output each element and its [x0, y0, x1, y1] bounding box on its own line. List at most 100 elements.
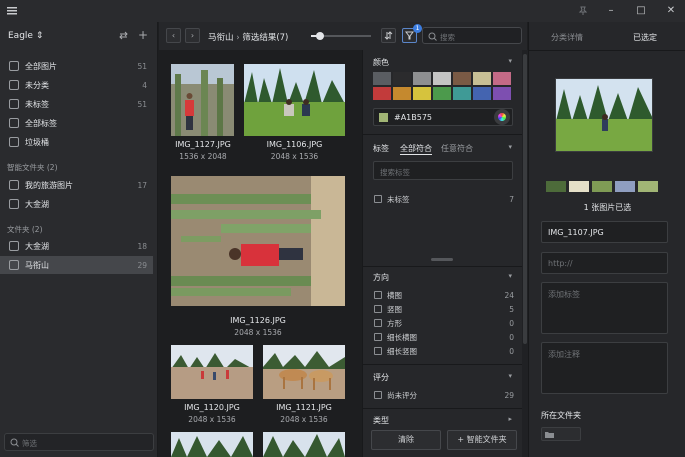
thumbnail-partial[interactable] [263, 432, 345, 457]
palette-swatch[interactable] [615, 181, 635, 192]
tag-search-input[interactable]: 搜索标签 [373, 161, 513, 180]
add-smart-folder-button[interactable]: + 智能文件夹 [447, 430, 517, 450]
orientation-landscape[interactable]: 横图 24 [374, 289, 514, 301]
library-switcher[interactable]: Eagle ⇕ [8, 31, 43, 41]
palette-swatch[interactable] [546, 181, 566, 192]
checkbox[interactable] [374, 319, 382, 327]
sidebar-item-uncategorized[interactable]: 未分类 4 [0, 76, 153, 94]
forward-button[interactable]: › [185, 28, 200, 43]
color-swatch[interactable] [433, 72, 451, 85]
sidebar-item-label: 全部标签 [25, 118, 57, 128]
sort-button[interactable] [381, 28, 396, 43]
color-swatch[interactable] [493, 72, 511, 85]
preview-image[interactable] [555, 78, 653, 152]
tags-field[interactable]: 添加标签 [541, 282, 668, 334]
window-title-bar: – □ ✕ [0, 0, 685, 22]
orientation-portrait[interactable]: 竖图 5 [374, 303, 514, 315]
sync-icon[interactable] [118, 30, 129, 41]
sidebar-item-trash[interactable]: 垃圾桶 [0, 133, 153, 151]
notes-field[interactable]: 添加注释 [541, 342, 668, 394]
chevron-down-icon[interactable]: ▾ [508, 372, 512, 380]
option-count: 24 [504, 290, 514, 300]
zoom-slider-handle[interactable] [316, 32, 324, 40]
thumbnail-img-1121[interactable] [263, 345, 345, 399]
palette-swatch[interactable] [592, 181, 612, 192]
option-label: 未标签 [387, 194, 410, 204]
color-swatch[interactable] [433, 87, 451, 100]
checkbox[interactable] [374, 391, 382, 399]
smart-folder-travel[interactable]: 我的旅游图片 17 [0, 176, 153, 194]
folder-chip[interactable] [541, 427, 581, 441]
color-swatch[interactable] [413, 72, 431, 85]
chevron-down-icon[interactable]: ▾ [508, 272, 512, 280]
image-name: IMG_1120.JPG [184, 403, 240, 412]
color-swatch[interactable] [373, 87, 391, 100]
folder-maxianshan[interactable]: 马衔山 29 [0, 256, 153, 274]
thumbnail-img-1120[interactable] [171, 345, 253, 399]
add-icon[interactable]: + [138, 28, 148, 42]
color-swatch[interactable] [493, 87, 511, 100]
rating-unrated[interactable]: 尚未评分 29 [374, 389, 514, 401]
checkbox[interactable] [374, 305, 382, 313]
checkbox[interactable] [374, 291, 382, 299]
tab-details[interactable]: 分类详情 [551, 32, 583, 43]
color-picker-icon[interactable] [494, 109, 510, 125]
tab-selected[interactable]: 已选定 [633, 32, 657, 43]
smart-folder-dajinhu[interactable]: 大金湖 [0, 195, 153, 213]
checkbox[interactable] [374, 195, 382, 203]
orientation-tall[interactable]: 细长竖图 0 [374, 345, 514, 357]
sidebar-item-label: 垃圾桶 [25, 137, 49, 147]
breadcrumb-root[interactable]: 马衔山 [208, 33, 234, 43]
color-swatch[interactable] [413, 87, 431, 100]
checkbox[interactable] [374, 333, 382, 341]
color-swatch[interactable] [393, 72, 411, 85]
thumbnail-img-1127[interactable] [171, 64, 234, 136]
chevron-down-icon[interactable]: ▾ [508, 143, 512, 151]
tags-mode-any[interactable]: 任意符合 [441, 143, 473, 154]
option-count: 7 [509, 194, 514, 204]
breadcrumb: 马衔山 › 筛选结果(7) [208, 31, 288, 43]
orientation-wide[interactable]: 细长横图 0 [374, 331, 514, 343]
sidebar-item-all-tags[interactable]: 全部标签 [0, 114, 153, 132]
sidebar-filter-placeholder: 筛选 [22, 439, 37, 448]
option-label: 方形 [387, 318, 402, 328]
all-tags-icon [9, 118, 19, 128]
color-swatch[interactable] [393, 87, 411, 100]
palette-swatch[interactable] [569, 181, 589, 192]
hamburger-menu-icon[interactable] [5, 4, 19, 18]
thumbnail-partial[interactable] [171, 432, 253, 457]
zoom-slider[interactable] [311, 32, 371, 40]
scrollbar-thumb[interactable] [523, 54, 527, 344]
sidebar-item-untagged[interactable]: 未标签 51 [0, 95, 153, 113]
color-swatch[interactable] [373, 72, 391, 85]
folder-dajinhu[interactable]: 大金湖 18 [0, 237, 153, 255]
color-swatch[interactable] [453, 72, 471, 85]
search-input[interactable]: 搜索 [422, 27, 522, 44]
color-swatch[interactable] [473, 72, 491, 85]
pin-icon[interactable] [576, 4, 590, 18]
untagged-option[interactable]: 未标签 7 [374, 193, 514, 205]
clear-button[interactable]: 清除 [371, 430, 441, 450]
url-field[interactable]: http:// [541, 252, 668, 274]
image-dimensions: 2048 x 1536 [280, 415, 328, 424]
filename-field[interactable]: IMG_1107.JPG [541, 221, 668, 243]
minimize-button[interactable]: – [604, 4, 618, 18]
sidebar-item-all-images[interactable]: 全部图片 51 [0, 57, 153, 75]
selected-color-field[interactable]: #A1B575 [373, 108, 513, 126]
checkbox[interactable] [374, 347, 382, 355]
back-button[interactable]: ‹ [166, 28, 181, 43]
thumbnail-img-1126[interactable] [171, 176, 345, 306]
palette-swatch[interactable] [638, 181, 658, 192]
chevron-down-icon[interactable]: ▾ [508, 57, 512, 65]
option-label: 尚未评分 [387, 390, 417, 400]
color-swatch[interactable] [473, 87, 491, 100]
maximize-button[interactable]: □ [634, 4, 648, 18]
color-swatch[interactable] [453, 87, 471, 100]
orientation-square[interactable]: 方形 0 [374, 317, 514, 329]
sidebar-filter-input[interactable]: 筛选 [4, 433, 154, 451]
thumbnail-img-1106[interactable] [244, 64, 345, 136]
chevron-right-icon[interactable]: ▸ [508, 415, 512, 423]
close-button[interactable]: ✕ [664, 4, 678, 18]
tags-mode-all[interactable]: 全部符合 [400, 143, 432, 155]
resize-handle[interactable] [431, 258, 453, 261]
